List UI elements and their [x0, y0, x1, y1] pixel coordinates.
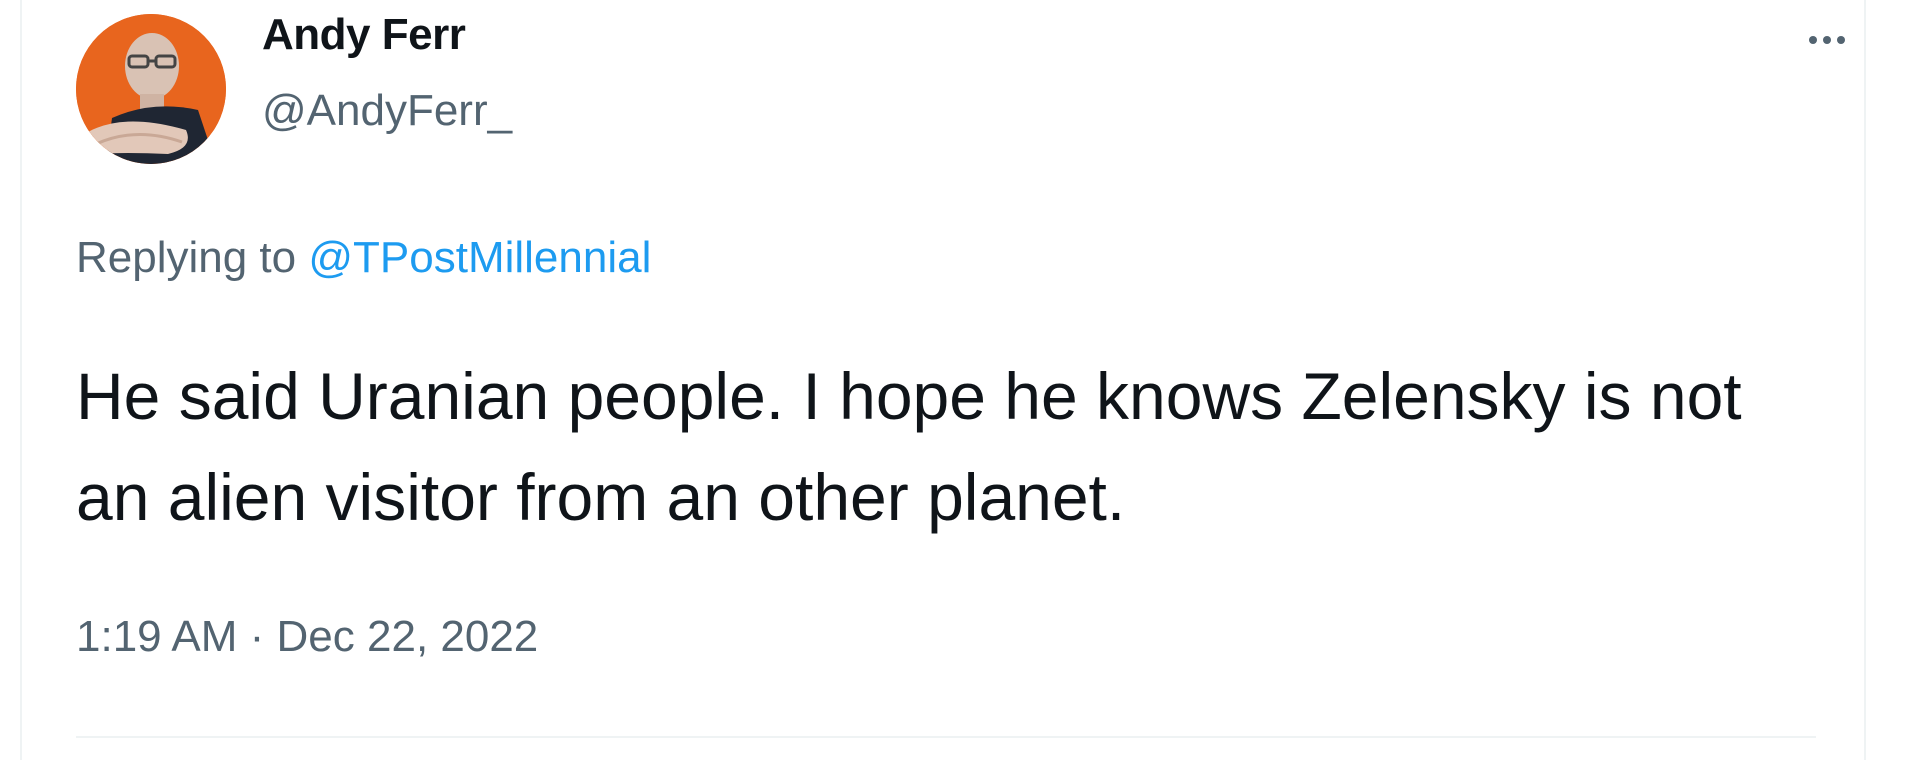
author-display-name[interactable]: Andy Ferr — [262, 10, 466, 60]
avatar-photo-icon — [76, 14, 226, 164]
more-horizontal-icon-dot — [1823, 36, 1831, 44]
divider — [76, 736, 1816, 738]
more-options-button[interactable] — [1792, 20, 1862, 60]
more-horizontal-icon-dot — [1837, 36, 1845, 44]
avatar[interactable] — [76, 14, 226, 164]
tweet-card: Andy Ferr @AndyFerr_ Replying to @TPostM… — [20, 0, 1866, 760]
author-handle[interactable]: @AndyFerr_ — [262, 86, 512, 136]
replying-to-line: Replying to @TPostMillennial — [76, 233, 651, 283]
tweet-timestamp[interactable]: 1:19 AM · Dec 22, 2022 — [76, 612, 538, 662]
reply-mention-link[interactable]: @TPostMillennial — [308, 233, 651, 282]
tweet-text: He said Uranian people. I hope he knows … — [76, 359, 1742, 534]
replying-to-label: Replying to — [76, 233, 309, 282]
more-horizontal-icon — [1809, 36, 1817, 44]
